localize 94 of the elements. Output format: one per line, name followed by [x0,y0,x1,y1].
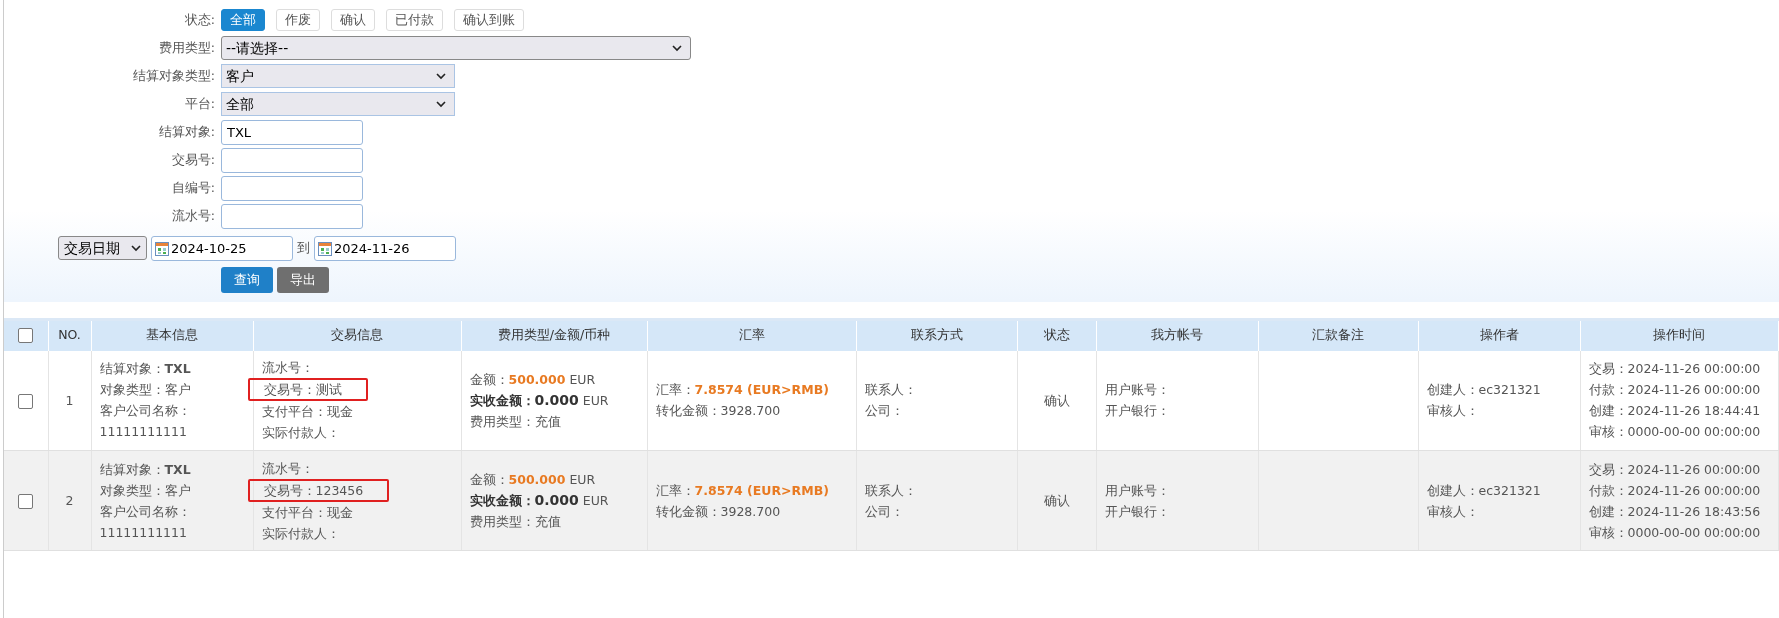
column-header[interactable]: 汇率 [647,319,856,351]
input-field[interactable]: TXL [221,119,363,145]
caret-icon [131,244,141,252]
rate-line: 汇率：7.8574 (EUR>RMB) [655,381,830,400]
search-button[interactable]: 查询 [221,267,273,293]
time-line: 审核：0000-00-00 00:00:00 [1588,523,1762,542]
row-number: 1 [65,392,74,408]
account-line: 用户账号： [1104,481,1171,500]
operator-line: 创建人：ec321321 [1426,381,1542,400]
time-line: 付款：2024-11-26 00:00:00 [1588,481,1762,500]
status-filter-button[interactable]: 确认到账 [454,9,524,31]
operator-line: 创建人：ec321321 [1426,481,1542,500]
time-line: 付款：2024-11-26 00:00:00 [1588,381,1762,400]
column-header[interactable]: 状态 [1017,319,1096,351]
rate-line: 汇率：7.8574 (EUR>RMB) [655,481,830,500]
account-line: 开户银行： [1104,402,1171,421]
time-line: 交易：2024-11-26 00:00:00 [1588,360,1762,379]
operator-line: 审核人： [1426,402,1480,421]
amount-line: 实收金额：0.000 EUR [469,491,610,510]
amount-line: 费用类型：充值 [469,513,562,531]
info-line: 11111111111 [99,423,188,442]
row-number: 2 [65,493,74,508]
info-line: 支付平台：现金 [261,404,353,420]
rate-line: 转化金额：3928.700 [655,502,782,521]
info-line: 客户公司名称： [99,402,192,421]
calendar-icon [155,241,169,256]
time-line: 审核：0000-00-00 00:00:00 [1588,423,1762,442]
input-field[interactable] [221,203,363,229]
column-header[interactable]: NO. [48,319,91,351]
select-all-checkbox[interactable] [18,328,34,344]
contact-line: 联系人： [864,481,918,500]
column-header[interactable]: 操作时间 [1580,319,1779,351]
dropdown[interactable]: 客户 [221,64,455,88]
caret-icon [436,100,446,108]
row-checkbox[interactable] [18,393,34,409]
account-line: 开户银行： [1104,502,1171,521]
field-label: 费用类型: [157,38,216,57]
field-label: 流水号: [170,206,216,225]
account-line: 用户账号： [1104,381,1171,400]
calendar-icon [318,241,332,256]
column-header[interactable]: 交易信息 [253,319,461,351]
status-text: 确认 [1043,392,1070,408]
status-filter-button[interactable]: 确认 [331,9,375,31]
time-line: 交易：2024-11-26 00:00:00 [1588,460,1762,479]
export-button[interactable]: 导出 [277,267,329,293]
column-header[interactable]: 汇款备注 [1258,319,1418,351]
input-field[interactable] [221,175,363,201]
info-line: 对象类型：客户 [99,381,192,400]
column-header[interactable]: 基本信息 [91,319,253,351]
info-line: 流水号： [261,460,314,476]
info-line: 实际付款人： [261,525,340,541]
amount-line: 金额：500.000 EUR [469,370,597,389]
amount-line: 费用类型：充值 [469,412,562,431]
field-label: 自编号: [170,178,216,197]
field-label: 状态: [183,10,216,29]
contact-line: 公司： [864,402,905,421]
date-type-dropdown[interactable]: 交易日期 [58,236,147,260]
info-line: 实际付款人： [261,425,340,441]
column-header[interactable]: 我方帐号 [1096,319,1258,351]
info-line: 对象类型：客户 [99,481,192,500]
dropdown[interactable]: 全部 [221,92,455,116]
range-separator: 到 [297,238,310,257]
info-line: 支付平台：现金 [261,504,353,520]
info-line: 客户公司名称： [99,502,192,521]
field-label: 交易号: [170,150,216,169]
amount-line: 金额：500.000 EUR [469,471,597,489]
status-filter-button[interactable]: 作废 [276,9,320,31]
info-line: 结算对象：TXL [99,460,192,479]
column-header[interactable]: 操作者 [1418,319,1580,351]
amount-line: 实收金额：0.000 EUR [469,390,610,410]
column-header[interactable]: 费用类型/金额/币种 [461,319,647,351]
status-text: 确认 [1043,493,1070,508]
date-field[interactable]: 2024-11-26 [314,235,456,261]
caret-icon [672,44,682,52]
status-filter-button[interactable]: 已付款 [386,9,443,31]
dropdown[interactable]: --请选择-- [221,36,691,60]
operator-line: 审核人： [1426,502,1480,521]
info-line: 11111111111 [99,523,188,542]
time-line: 创建：2024-11-26 18:44:41 [1588,402,1762,421]
status-filter-button[interactable]: 全部 [221,9,265,31]
column-header[interactable]: 联系方式 [856,319,1017,351]
contact-line: 公司： [864,502,905,521]
field-label: 结算对象: [157,122,216,141]
caret-icon [436,72,446,80]
field-label: 平台: [183,94,216,113]
time-line: 创建：2024-11-26 18:43:56 [1588,502,1762,521]
rate-line: 转化金额：3928.700 [655,402,782,421]
row-checkbox[interactable] [18,494,34,509]
input-field[interactable] [221,147,363,173]
contact-line: 联系人： [864,381,918,400]
info-line: 结算对象：TXL [99,360,192,379]
date-field[interactable]: 2024-10-25 [151,235,293,261]
field-label: 结算对象类型: [131,66,216,85]
info-line: 流水号： [261,360,314,376]
